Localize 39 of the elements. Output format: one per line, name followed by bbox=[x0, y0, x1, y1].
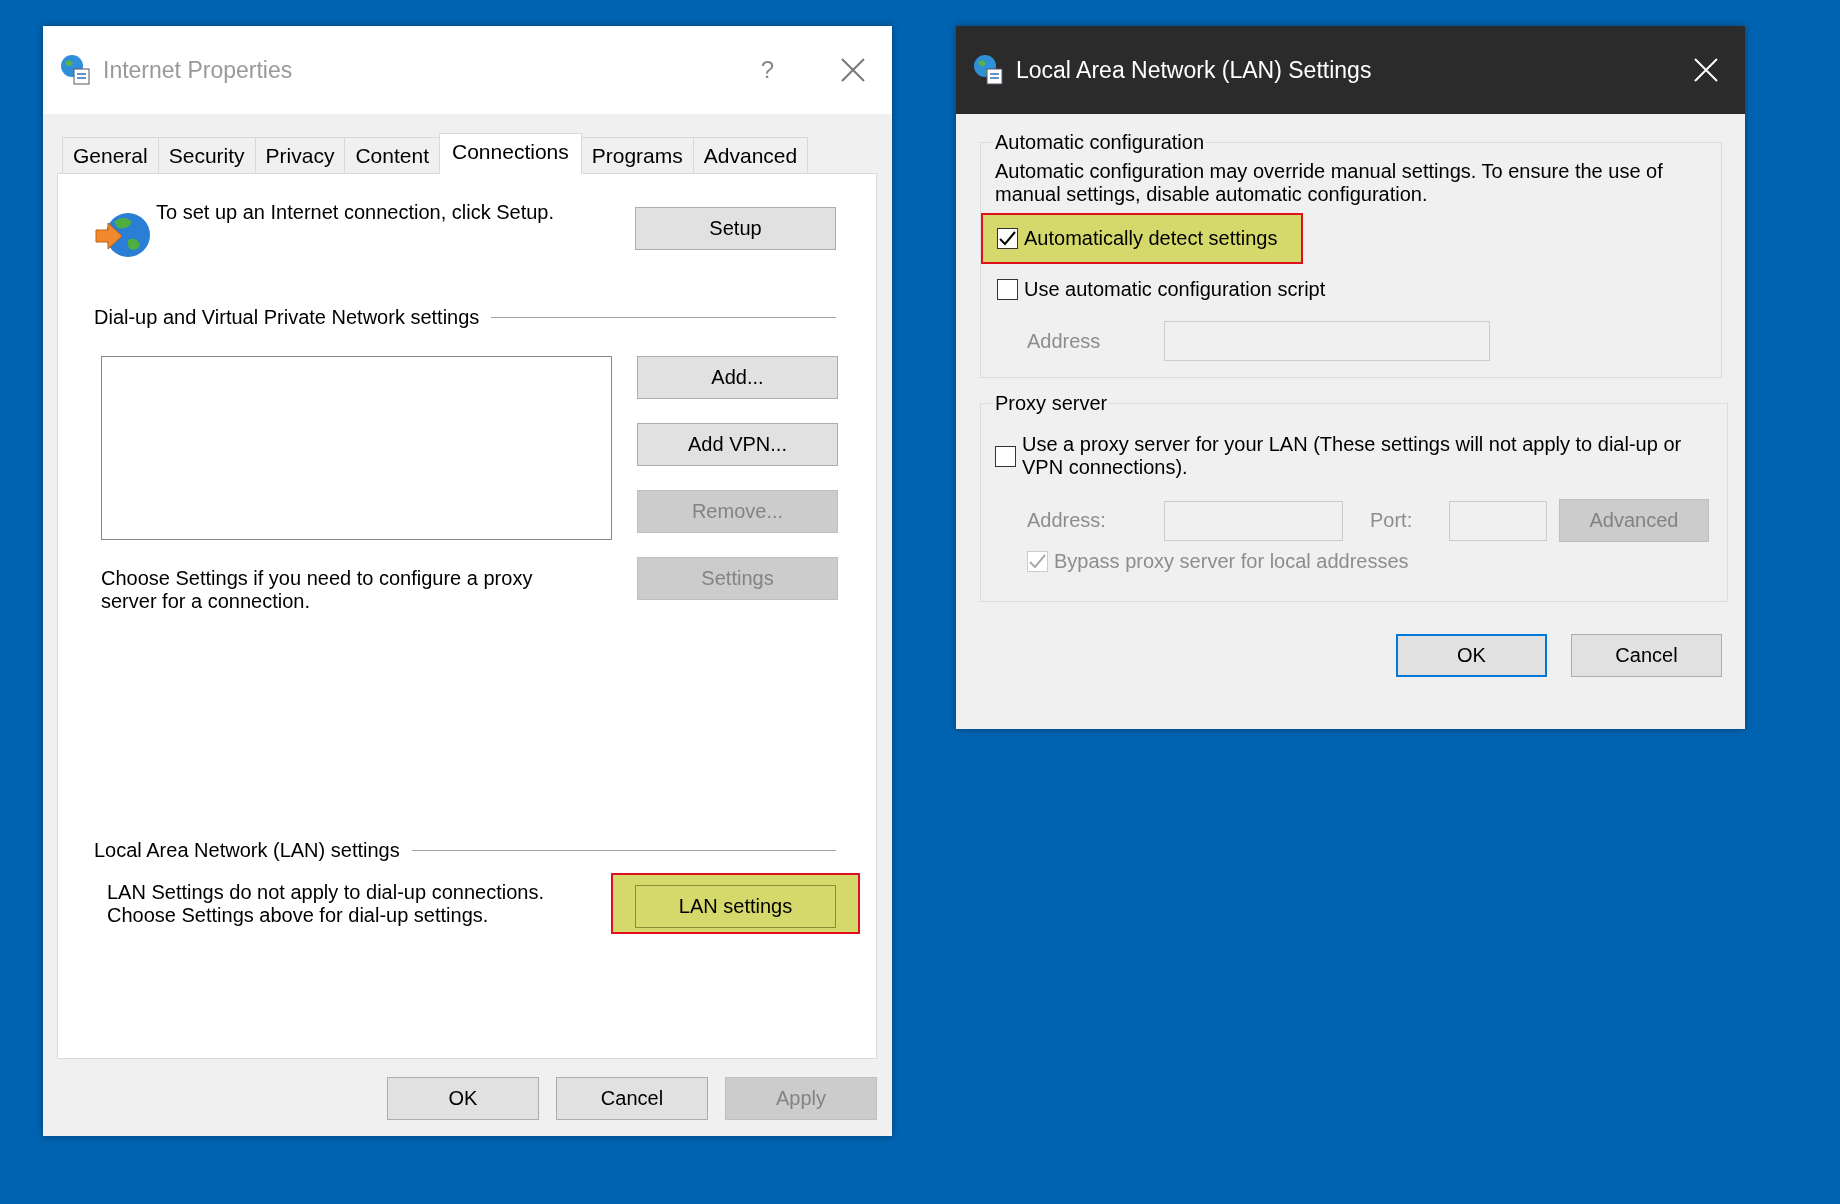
dialog-button[interactable]: Add... bbox=[637, 356, 838, 399]
check-icon bbox=[1029, 554, 1046, 569]
check-icon bbox=[999, 231, 1016, 246]
tab[interactable]: Advanced bbox=[692, 137, 809, 173]
description-text: Automatic configuration may override manual settings. To ensure the use of manual settings, disable automatic configuration. bbox=[995, 160, 1664, 206]
section-heading: Local Area Network (LAN) settings bbox=[94, 839, 400, 862]
lan-settings-button[interactable]: LAN settings bbox=[635, 885, 836, 928]
group-title: Automatic configuration bbox=[994, 131, 1205, 154]
group-title: Proxy server bbox=[994, 392, 1109, 415]
tab[interactable]: Connections bbox=[439, 133, 582, 174]
window-title: Local Area Network (LAN) Settings bbox=[1016, 56, 1373, 84]
field-label: Address bbox=[1027, 329, 1102, 353]
dialog-button[interactable]: Add VPN... bbox=[637, 423, 838, 466]
window-title: Internet Properties bbox=[103, 56, 294, 84]
checkbox-label: Bypass proxy server for local addresses bbox=[1054, 550, 1409, 573]
field-label: Address: bbox=[1027, 509, 1107, 532]
globe-document-icon bbox=[972, 54, 1004, 86]
globe-document-icon bbox=[59, 54, 91, 86]
checkbox[interactable] bbox=[997, 279, 1018, 300]
checkbox-label: Use automatic configuration script bbox=[1024, 278, 1326, 301]
close-icon bbox=[840, 57, 866, 83]
setup-button[interactable]: Setup bbox=[635, 207, 836, 250]
section-heading: Dial-up and Virtual Private Network settings bbox=[94, 306, 480, 329]
dialog-button[interactable]: OK bbox=[1396, 634, 1547, 677]
dialog-button[interactable]: Cancel bbox=[556, 1077, 708, 1120]
globe-arrow-icon bbox=[94, 210, 152, 260]
checkbox[interactable] bbox=[997, 228, 1018, 249]
help-button[interactable]: ? bbox=[760, 56, 774, 84]
close-icon bbox=[1693, 57, 1719, 83]
checkbox-label: Automatically detect settings bbox=[1024, 227, 1278, 250]
proxy-note: Choose Settings if you need to configure a proxy server for a connection. bbox=[101, 567, 534, 613]
dialog-button[interactable]: OK bbox=[387, 1077, 539, 1120]
lan-note: LAN Settings do not apply to dial-up connections. Choose Settings above for dial-up settings. bbox=[107, 880, 545, 927]
checkbox[interactable] bbox=[995, 445, 1016, 467]
dialog-button[interactable]: Cancel bbox=[1571, 634, 1722, 677]
checkbox-label: Use a proxy server for your LAN (These settings will not apply to dial-up or VPN connections). bbox=[1022, 433, 1683, 479]
setup-text: To set up an Internet connection, click Setup. bbox=[156, 201, 556, 224]
tab[interactable]: General bbox=[62, 137, 159, 173]
field-label: Port: bbox=[1369, 509, 1414, 532]
